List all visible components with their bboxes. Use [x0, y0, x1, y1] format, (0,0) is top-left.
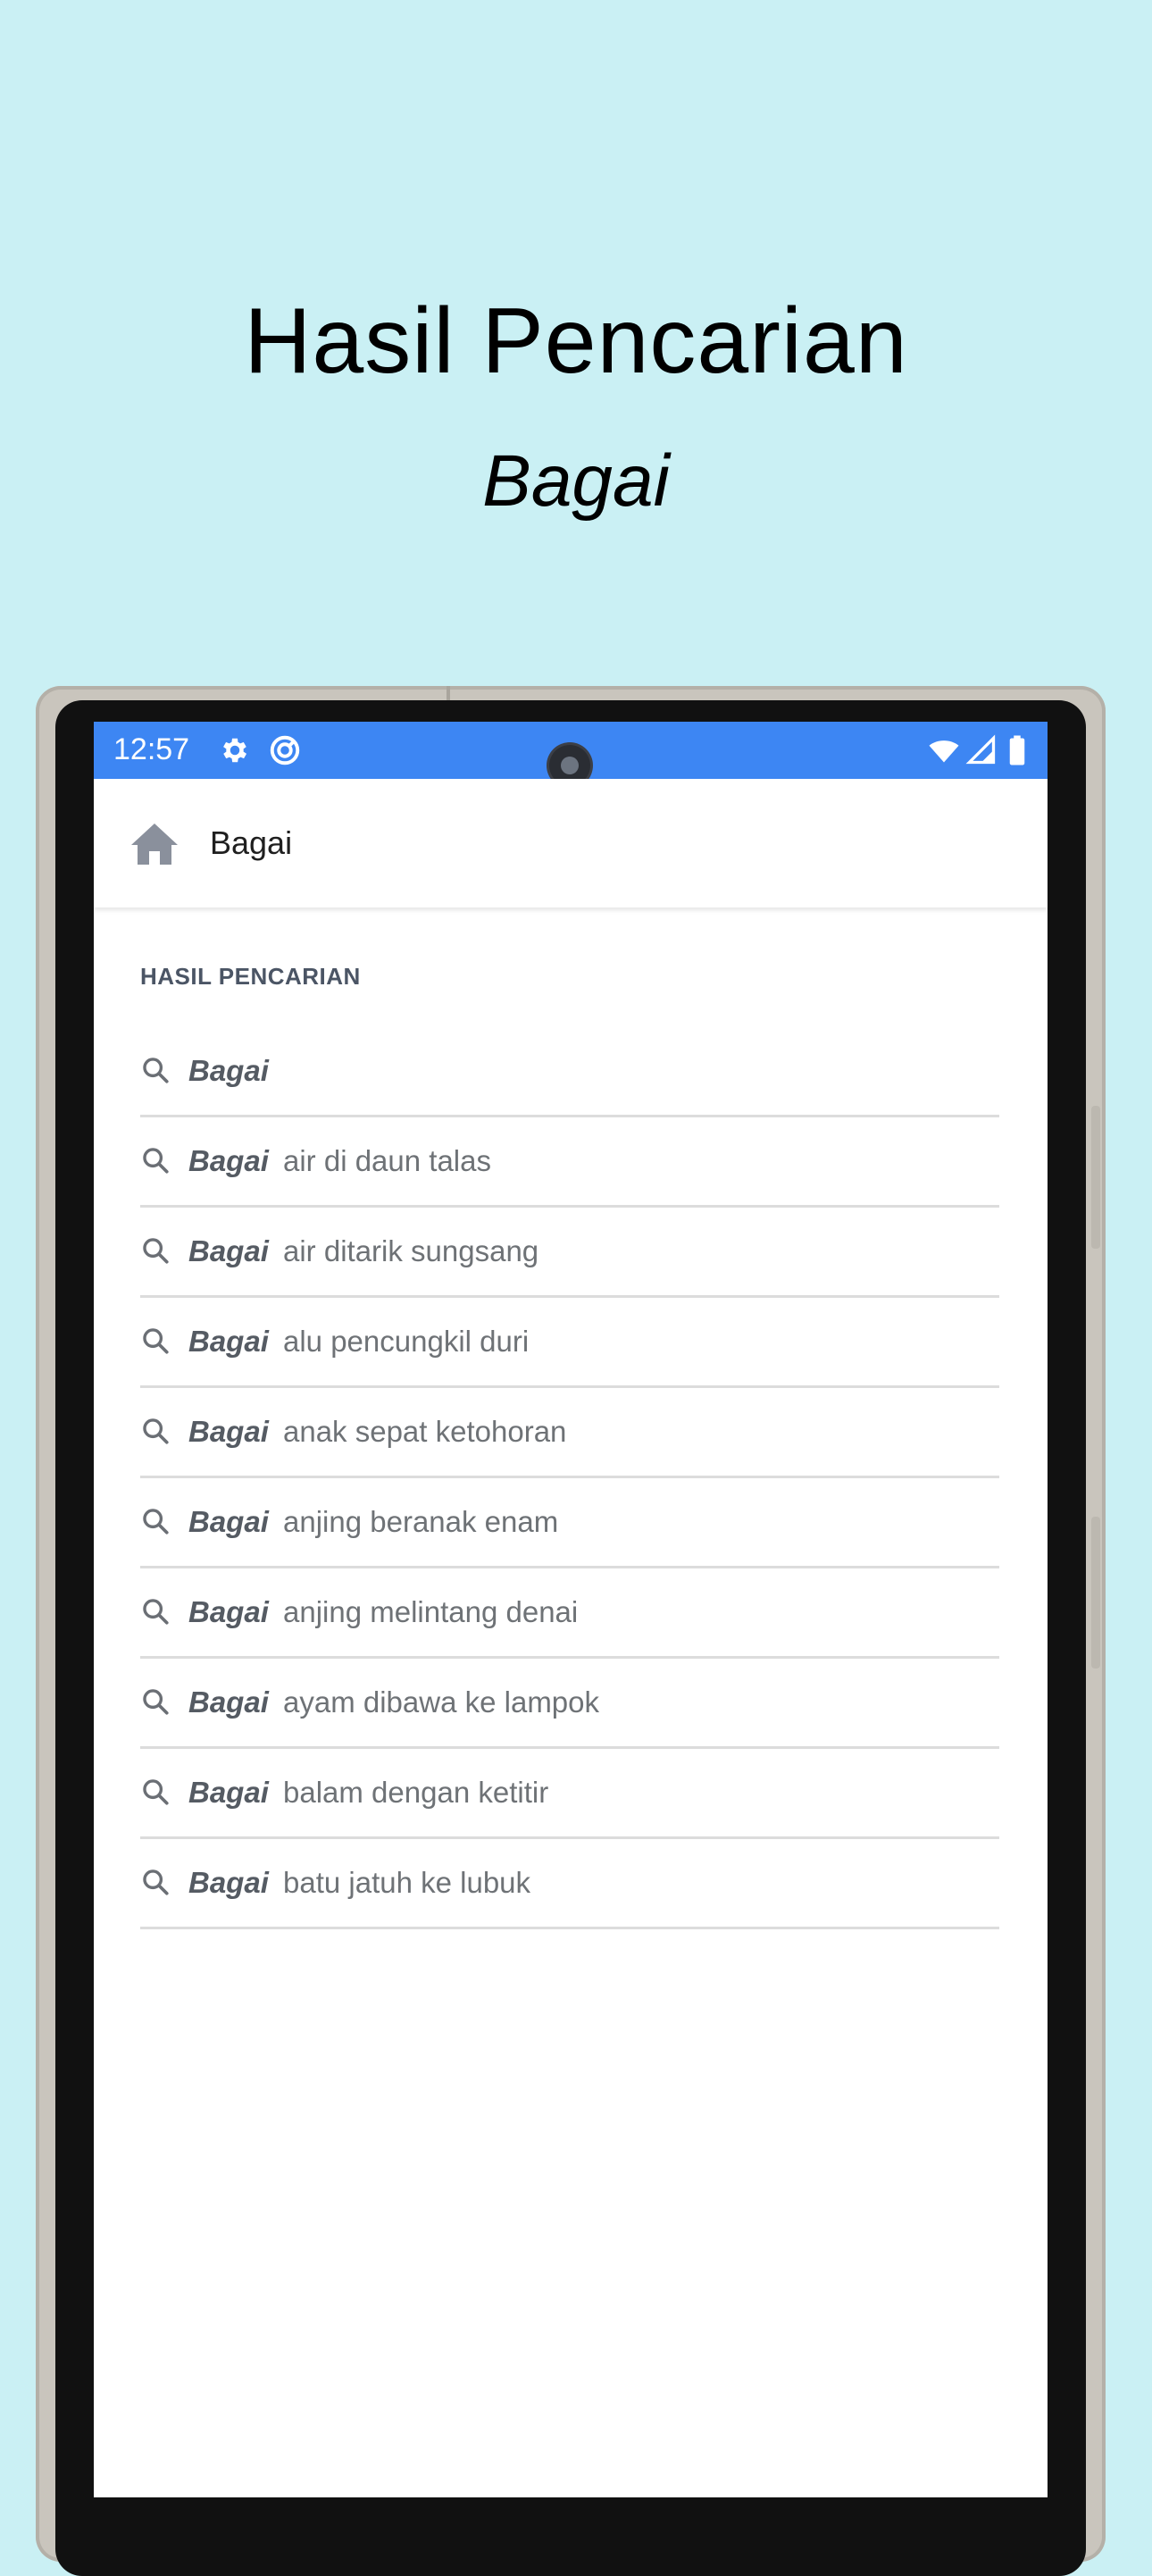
result-keyword: Bagai — [188, 1234, 269, 1267]
results-list: Bagai Bagai air di daun talas Bagai air … — [140, 1027, 999, 1929]
result-text: ayam dibawa ke lampok — [283, 1685, 600, 1719]
search-icon — [143, 1599, 169, 1625]
result-item[interactable]: Bagai alu pencungkil duri — [140, 1298, 999, 1388]
result-text: anjing melintang denai — [283, 1595, 579, 1628]
result-text: air di daun talas — [283, 1144, 491, 1177]
result-keyword: Bagai — [188, 1415, 269, 1448]
result-item[interactable]: Bagai balam dengan ketitir — [140, 1749, 999, 1839]
result-keyword: Bagai — [188, 1685, 269, 1719]
result-text: air ditarik sungsang — [283, 1234, 539, 1267]
result-item[interactable]: Bagai ayam dibawa ke lampok — [140, 1659, 999, 1749]
search-icon — [143, 1779, 169, 1805]
result-keyword: Bagai — [188, 1505, 269, 1538]
result-text: anjing beranak enam — [283, 1505, 559, 1538]
side-button-power — [1091, 1517, 1100, 1669]
result-keyword: Bagai — [188, 1054, 269, 1087]
result-keyword: Bagai — [188, 1595, 269, 1628]
search-icon — [143, 1148, 169, 1174]
search-icon — [143, 1509, 169, 1535]
sync-icon — [270, 735, 300, 765]
result-item[interactable]: Bagai air ditarik sungsang — [140, 1208, 999, 1298]
app-bar: Bagai — [94, 779, 1048, 907]
result-item[interactable]: Bagai anjing beranak enam — [140, 1478, 999, 1568]
result-item[interactable]: Bagai — [140, 1027, 999, 1117]
search-icon — [143, 1418, 169, 1444]
promo-subtitle: Bagai — [482, 440, 670, 522]
result-item[interactable]: Bagai anak sepat ketohoran — [140, 1388, 999, 1478]
result-text: anak sepat ketohoran — [283, 1415, 567, 1448]
result-keyword: Bagai — [188, 1325, 269, 1358]
gear-icon — [223, 738, 247, 763]
search-icon — [143, 1058, 169, 1083]
result-item[interactable]: Bagai batu jatuh ke lubuk — [140, 1839, 999, 1929]
result-item[interactable]: Bagai anjing melintang denai — [140, 1568, 999, 1659]
result-text: alu pencungkil duri — [283, 1325, 530, 1358]
phone-screen: 12:57 Bagai HASIL PENCARIAN Bagai Bagai … — [94, 722, 1048, 2497]
home-icon[interactable] — [129, 822, 179, 866]
app-bar-title: Bagai — [210, 824, 293, 861]
result-keyword: Bagai — [188, 1776, 269, 1809]
search-icon — [143, 1869, 169, 1895]
result-keyword: Bagai — [188, 1144, 269, 1177]
search-icon — [143, 1328, 169, 1354]
section-title: HASIL PENCARIAN — [140, 963, 361, 990]
side-button-volume — [1091, 1106, 1100, 1249]
result-text: balam dengan ketitir — [283, 1776, 549, 1809]
status-time: 12:57 — [113, 732, 190, 766]
promo-title: Hasil Pencarian — [244, 289, 908, 393]
battery-icon — [1009, 735, 1025, 765]
search-icon — [143, 1238, 169, 1264]
search-icon — [143, 1689, 169, 1715]
result-item[interactable]: Bagai air di daun talas — [140, 1117, 999, 1208]
result-keyword: Bagai — [188, 1866, 269, 1899]
result-text: batu jatuh ke lubuk — [283, 1866, 531, 1899]
signal-icon — [965, 734, 996, 765]
wifi-icon — [929, 740, 959, 763]
